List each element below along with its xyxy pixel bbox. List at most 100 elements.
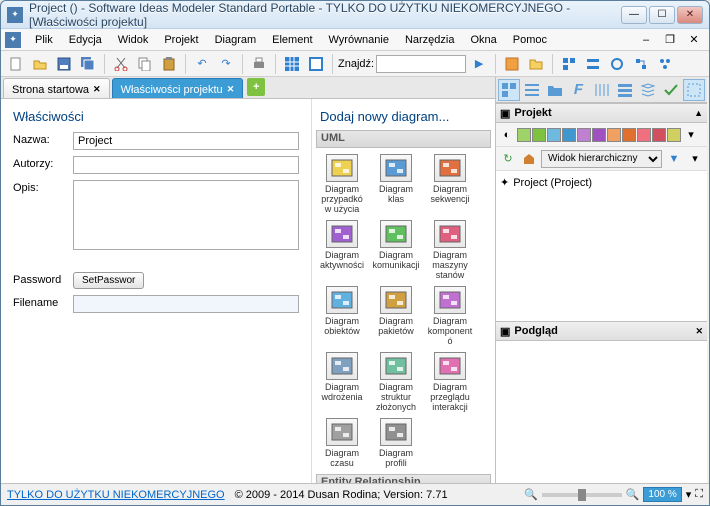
diagram-item[interactable]: Diagram komponentó	[424, 284, 476, 348]
palette-hatch-icon[interactable]	[590, 79, 612, 101]
new-icon[interactable]	[5, 53, 27, 75]
copy-icon[interactable]	[134, 53, 156, 75]
undo-icon[interactable]: ↶	[191, 53, 213, 75]
diagram-item[interactable]: Diagram przeglądu interakcji	[424, 350, 476, 414]
zoom-out-icon[interactable]: 🔍	[524, 488, 538, 501]
color-swatch[interactable]	[592, 128, 606, 142]
palette-font-icon[interactable]: F	[567, 79, 589, 101]
tool2-icon[interactable]	[582, 53, 604, 75]
options-icon[interactable]: ▾	[686, 150, 704, 168]
color-swatch[interactable]	[652, 128, 666, 142]
color-swatch[interactable]	[622, 128, 636, 142]
palette-list-icon[interactable]	[521, 79, 543, 101]
tool4-icon[interactable]	[630, 53, 652, 75]
mdi-close-icon[interactable]: ✕	[683, 29, 705, 51]
filename-input[interactable]	[73, 295, 299, 313]
find-input[interactable]	[376, 55, 466, 73]
diagram-item[interactable]: Diagram komunikacji	[370, 218, 422, 282]
open-icon[interactable]	[29, 53, 51, 75]
palette-stack-icon[interactable]	[637, 79, 659, 101]
menu-diagram[interactable]: Diagram	[207, 32, 265, 48]
menu-edit[interactable]: Edycja	[61, 32, 110, 48]
close-button[interactable]: ✕	[677, 6, 703, 24]
color-swatch[interactable]	[532, 128, 546, 142]
color-swatch[interactable]	[577, 128, 591, 142]
tree-root[interactable]: ✦ Project (Project)	[500, 175, 703, 190]
diagram-item[interactable]: Diagram sekwencji	[424, 152, 476, 216]
color-swatch[interactable]	[562, 128, 576, 142]
palette-layers-icon[interactable]	[614, 79, 636, 101]
save-all-icon[interactable]	[77, 53, 99, 75]
tool3-icon[interactable]	[606, 53, 628, 75]
menu-element[interactable]: Element	[264, 32, 320, 48]
print-icon[interactable]	[248, 53, 270, 75]
palette-tree-icon[interactable]	[498, 79, 520, 101]
menu-project[interactable]: Projekt	[156, 32, 206, 48]
zoom-value[interactable]: 100 %	[643, 487, 681, 502]
color-swatch[interactable]	[547, 128, 561, 142]
diagram-item[interactable]: Diagram struktur złożonych	[370, 350, 422, 414]
menu-file[interactable]: Plik	[27, 32, 61, 48]
color-swatch[interactable]	[517, 128, 531, 142]
diagram-item[interactable]: Diagram czasu	[316, 416, 368, 470]
diagram-item[interactable]: Diagram pakietów	[370, 284, 422, 348]
tool5-icon[interactable]	[654, 53, 676, 75]
tool1-icon[interactable]	[558, 53, 580, 75]
color-swatch[interactable]	[667, 128, 681, 142]
diagram-item[interactable]: Diagram wdrożenia	[316, 350, 368, 414]
redo-icon[interactable]: ↷	[215, 53, 237, 75]
palette-bounds-icon[interactable]	[683, 79, 705, 101]
menu-tools[interactable]: Narzędzia	[397, 32, 463, 48]
home-icon[interactable]	[520, 150, 538, 168]
name-input[interactable]	[73, 132, 299, 150]
mdi-minimize-icon[interactable]: –	[635, 29, 657, 51]
panel-close-icon[interactable]: ✕	[695, 326, 703, 337]
paste-icon[interactable]	[158, 53, 180, 75]
authors-input[interactable]	[73, 156, 299, 174]
panel-expand-icon[interactable]: ▲	[694, 108, 703, 118]
diagram-item[interactable]: Diagram przypadków użycia	[316, 152, 368, 216]
ruler-icon[interactable]	[305, 53, 327, 75]
license-link[interactable]: TYLKO DO UŻYTKU NIEKOMERCYJNEGO	[7, 489, 225, 501]
zoom-in-icon[interactable]: 🔍	[626, 488, 640, 501]
tab-close-icon[interactable]: ✕	[93, 84, 101, 95]
color-swatch[interactable]	[607, 128, 621, 142]
refresh-icon[interactable]: ↻	[499, 150, 517, 168]
diagram-item[interactable]: Diagram profili	[370, 416, 422, 470]
grid-icon[interactable]	[281, 53, 303, 75]
cut-icon[interactable]	[110, 53, 132, 75]
add-tab-button[interactable]: +	[247, 78, 265, 96]
swatch-picker-icon[interactable]: ◐	[498, 126, 516, 144]
diagram-item[interactable]: Diagram obiektów	[316, 284, 368, 348]
add-folder-icon[interactable]	[525, 53, 547, 75]
mdi-restore-icon[interactable]: ❐	[659, 29, 681, 51]
menu-help[interactable]: Pomoc	[505, 32, 555, 48]
desc-input[interactable]	[73, 180, 299, 250]
filter-icon[interactable]: ▼	[665, 150, 683, 168]
fullscreen-icon[interactable]: ⛶	[695, 488, 703, 501]
swatch-more-icon[interactable]: ▾	[682, 126, 700, 144]
view-select[interactable]: Widok hierarchiczny	[541, 150, 662, 168]
diagram-item[interactable]: Diagram klas	[370, 152, 422, 216]
maximize-button[interactable]: ☐	[649, 6, 675, 24]
save-icon[interactable]	[53, 53, 75, 75]
palette-folder-icon[interactable]	[544, 79, 566, 101]
zoom-dropdown-icon[interactable]: ▾	[686, 488, 692, 501]
tab-close-icon[interactable]: ✕	[227, 84, 235, 95]
palette-check-icon[interactable]	[660, 79, 682, 101]
menu-windows[interactable]: Okna	[462, 32, 504, 48]
diagram-icon	[380, 418, 412, 446]
zoom-slider[interactable]	[542, 493, 622, 497]
tab-start[interactable]: Strona startowa ✕	[3, 78, 110, 98]
set-password-button[interactable]: SetPasswor	[73, 272, 144, 289]
menu-view[interactable]: Widok	[110, 32, 157, 48]
diagram-item[interactable]: Diagram aktywności	[316, 218, 368, 282]
color-swatch[interactable]	[637, 128, 651, 142]
tab-properties[interactable]: Właściwości projektu ✕	[112, 78, 244, 98]
minimize-button[interactable]: —	[621, 6, 647, 24]
diagram-item[interactable]: Diagram maszyny stanów	[424, 218, 476, 282]
add-diagram-icon[interactable]	[501, 53, 523, 75]
menu-align[interactable]: Wyrównanie	[321, 32, 397, 48]
project-tree[interactable]: ✦ Project (Project)	[496, 171, 707, 321]
find-next-icon[interactable]: ▶	[468, 53, 490, 75]
